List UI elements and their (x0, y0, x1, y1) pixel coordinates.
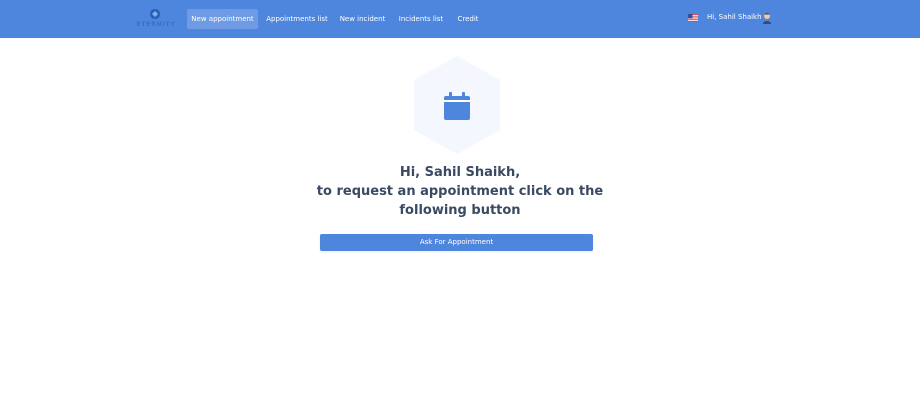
logo-icon (150, 9, 160, 19)
ask-for-appointment-button[interactable]: Ask For Appointment (320, 234, 593, 251)
instruction-line-2: following button (399, 203, 521, 218)
nav-new-incident[interactable]: New incident (336, 9, 389, 29)
user-avatar-icon[interactable] (762, 12, 772, 24)
user-greeting[interactable]: Hi, Sahil Shaikh (707, 13, 762, 21)
nav-appointments-list[interactable]: Appointments list (264, 9, 330, 29)
nav-new-appointment[interactable]: New appointment (187, 9, 258, 29)
brand-logo[interactable]: ETERNITY (135, 8, 177, 32)
top-navbar: ETERNITY New appointment Appointments li… (0, 0, 920, 38)
nav-incidents-list[interactable]: Incidents list (395, 9, 447, 29)
logo-text: ETERNITY (136, 21, 176, 28)
calendar-icon (444, 92, 470, 120)
instruction-line-1: to request an appointment click on the (316, 184, 604, 199)
us-flag-icon[interactable] (688, 14, 698, 22)
nav-credit[interactable]: Credit (453, 9, 483, 29)
welcome-heading: Hi, Sahil Shaikh, (399, 165, 521, 180)
